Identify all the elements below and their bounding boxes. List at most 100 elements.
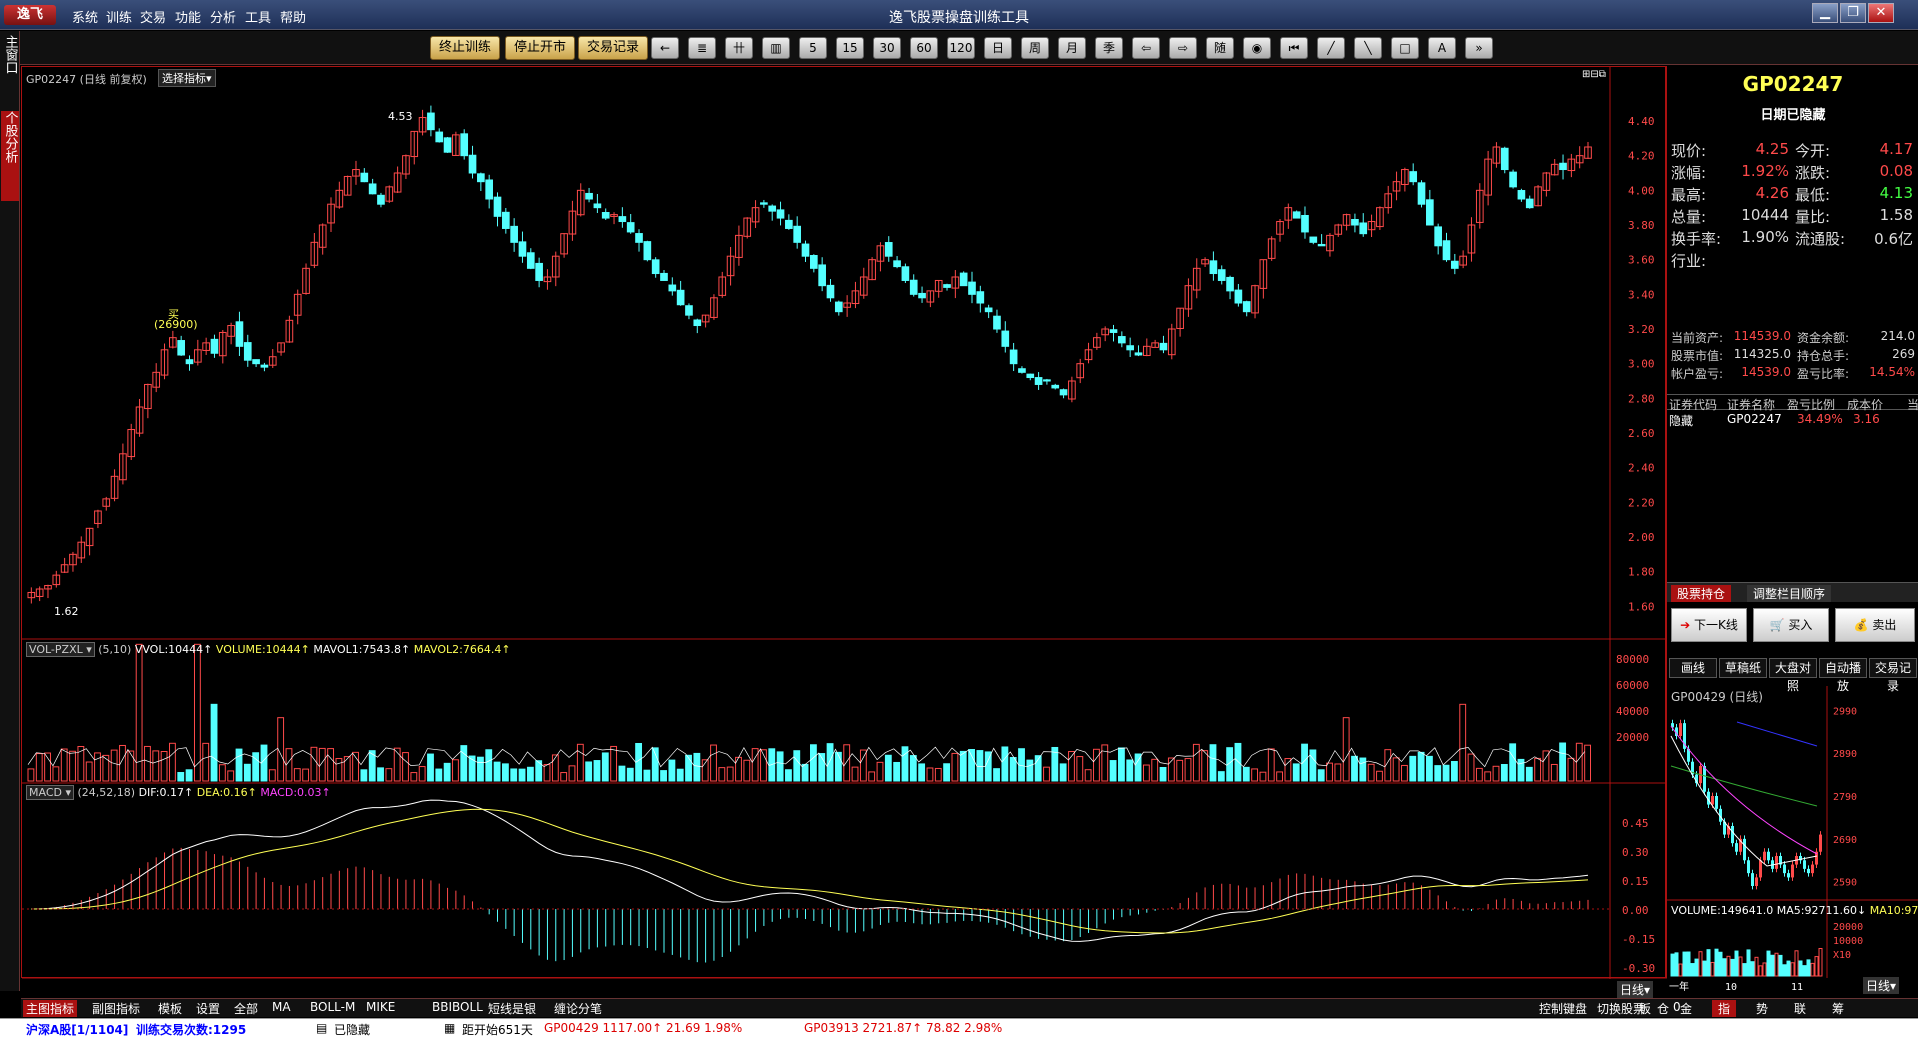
bottom-tab-0[interactable]: 主图指标 bbox=[23, 1000, 78, 1017]
holdings-row[interactable]: 隐藏 GP02247 34.49% 3.16 bbox=[1667, 412, 1918, 428]
menu-system[interactable]: 系统 bbox=[72, 7, 98, 26]
chart-area[interactable]: 4.40 4.20 4.00 3.80 3.60 3.40 3.20 3.00 2.80 2.60… bbox=[21, 66, 1667, 997]
menu-trade[interactable]: 交易 bbox=[140, 7, 166, 26]
period-month-button[interactable]: 月 bbox=[1058, 37, 1086, 59]
menu-function[interactable]: 功能 bbox=[175, 7, 201, 26]
bottom-tab-4[interactable]: 全部 bbox=[231, 1000, 261, 1017]
skip-back-icon[interactable]: ⏮ bbox=[1280, 37, 1308, 59]
indicator-select[interactable]: 选择指标▾ bbox=[158, 69, 216, 87]
mini-candle bbox=[1747, 860, 1750, 874]
sell-button[interactable]: 💰 卖出 bbox=[1835, 608, 1915, 642]
tool-button-3[interactable]: 自动播放 bbox=[1819, 658, 1867, 693]
period-120-button[interactable]: 120 bbox=[947, 37, 975, 59]
draw-ray-icon[interactable]: ╲ bbox=[1354, 37, 1382, 59]
text-tool-icon[interactable]: A bbox=[1428, 37, 1456, 59]
list-icon[interactable]: ≣ bbox=[688, 37, 716, 59]
more-icon[interactable]: » bbox=[1465, 37, 1493, 59]
mini-price-tick: 2890 bbox=[1833, 749, 1857, 760]
stop-market-button[interactable]: 停止开市 bbox=[505, 36, 576, 60]
grid-icon[interactable]: 卄 bbox=[725, 37, 753, 59]
volume-bar bbox=[943, 763, 951, 782]
tool-button-2[interactable]: 大盘对照 bbox=[1769, 658, 1817, 693]
tool-button-4[interactable]: 交易记录 bbox=[1869, 658, 1917, 693]
volume-bar bbox=[485, 749, 493, 782]
mini-bottom-tab-1[interactable]: 指 bbox=[1712, 1000, 1737, 1017]
volume-bar bbox=[52, 766, 60, 782]
period-quarter-button[interactable]: 季 bbox=[1095, 37, 1123, 59]
tool-button-0[interactable]: 画线 bbox=[1669, 658, 1717, 678]
bottom-right-3[interactable]: 仓 bbox=[1657, 1000, 1669, 1017]
back-arrow-icon[interactable]: ← bbox=[651, 37, 679, 59]
vol-indicator-select[interactable]: VOL-PZXL ▾ bbox=[26, 642, 95, 657]
prev-icon[interactable]: ⇦ bbox=[1132, 37, 1160, 59]
mini-volume-bar bbox=[1682, 951, 1687, 977]
account-label-0: 当前资产: bbox=[1671, 331, 1724, 345]
buy-button[interactable]: 🛒 买入 bbox=[1753, 608, 1829, 642]
period-30-button[interactable]: 30 bbox=[873, 37, 901, 59]
period-5-button[interactable]: 5 bbox=[799, 37, 827, 59]
period-60-button[interactable]: 60 bbox=[910, 37, 938, 59]
trade-record-button[interactable]: 交易记录 bbox=[578, 36, 649, 60]
volume-bar bbox=[1392, 757, 1400, 782]
bottom-tab-3[interactable]: 设置 bbox=[193, 1000, 223, 1017]
bottom-tab-8[interactable]: BBIBOLL bbox=[429, 1000, 486, 1014]
mini-volume-bar bbox=[1806, 959, 1811, 977]
bottom-right-2[interactable]: 板 bbox=[1639, 1000, 1651, 1017]
next-icon[interactable]: ⇨ bbox=[1169, 37, 1197, 59]
high-label: 4.53 bbox=[388, 110, 413, 123]
menu-analysis[interactable]: 分析 bbox=[210, 7, 236, 26]
bottom-tab-9[interactable]: 短线是银 bbox=[485, 1000, 539, 1017]
period-select[interactable]: 日线▾ bbox=[1617, 981, 1654, 998]
panel-tabs: 股票持仓 调整栏目顺序 bbox=[1667, 582, 1918, 602]
candle bbox=[785, 219, 793, 229]
bottom-tab-5[interactable]: MA bbox=[269, 1000, 294, 1014]
bottom-tab-1[interactable]: 副图指标 bbox=[89, 1000, 143, 1017]
stock-analysis-tab[interactable]: 个股分析 bbox=[1, 111, 19, 201]
maximize-button[interactable]: ❐ bbox=[1840, 3, 1866, 23]
tab-adjust-columns[interactable]: 调整栏目顺序 bbox=[1747, 585, 1832, 602]
mini-bottom-tab-3[interactable]: 联 bbox=[1788, 1000, 1812, 1017]
mini-bottom-tab-0[interactable]: 金 bbox=[1674, 1000, 1698, 1017]
period-day-button[interactable]: 日 bbox=[984, 37, 1012, 59]
minimize-button[interactable]: ▁ bbox=[1812, 3, 1838, 23]
period-week-button[interactable]: 周 bbox=[1021, 37, 1049, 59]
bottom-right-0[interactable]: 控制键盘 bbox=[1539, 1000, 1587, 1017]
random-button[interactable]: 随 bbox=[1206, 37, 1234, 59]
period-15-button[interactable]: 15 bbox=[836, 37, 864, 59]
mini-bottom-tab-2[interactable]: 势 bbox=[1750, 1000, 1774, 1017]
end-training-button[interactable]: 终止训练 bbox=[430, 36, 501, 60]
menu-train[interactable]: 训练 bbox=[106, 7, 132, 26]
close-button[interactable]: ✕ bbox=[1868, 3, 1894, 23]
next-kline-button[interactable]: ➔ 下一K线 bbox=[1671, 608, 1747, 642]
macd-indicator-select[interactable]: MACD ▾ bbox=[26, 785, 74, 800]
tool-button-1[interactable]: 草稿纸 bbox=[1719, 658, 1767, 678]
draw-rect-icon[interactable]: □ bbox=[1391, 37, 1419, 59]
bottom-tab-10[interactable]: 缠论分笔 bbox=[551, 1000, 605, 1017]
bottom-tab-2[interactable]: 模板 bbox=[155, 1000, 185, 1017]
quote-value2-4: 0.6亿 bbox=[1874, 230, 1913, 248]
candle bbox=[1159, 342, 1168, 351]
volume-bar bbox=[1059, 763, 1067, 782]
chart-window-controls[interactable]: ⊞⊟⧉ bbox=[1582, 69, 1606, 80]
candle bbox=[368, 183, 377, 195]
menu-help[interactable]: 帮助 bbox=[280, 7, 306, 26]
mini-period-select[interactable]: 日线▾ bbox=[1863, 977, 1900, 994]
volume-bar bbox=[676, 768, 684, 782]
draw-line-icon[interactable]: ╱ bbox=[1317, 37, 1345, 59]
main-window-tab[interactable]: 主窗口 bbox=[1, 35, 19, 78]
mini-bottom-tab-4[interactable]: 筹 bbox=[1826, 1000, 1850, 1017]
volume-bar bbox=[601, 752, 609, 782]
bottom-tab-6[interactable]: BOLL-M bbox=[307, 1000, 358, 1014]
bottom-right-1[interactable]: 切换股票 bbox=[1597, 1000, 1645, 1017]
dea-value: DEA:0.16↑ bbox=[196, 786, 257, 799]
target-icon[interactable]: ◉ bbox=[1243, 37, 1271, 59]
mini-price-tick: 2690 bbox=[1833, 835, 1857, 846]
volume-bar bbox=[1292, 763, 1300, 782]
bottom-tab-7[interactable]: MIKE bbox=[363, 1000, 398, 1014]
tab-holdings[interactable]: 股票持仓 bbox=[1671, 585, 1732, 602]
menu-tools[interactable]: 工具 bbox=[245, 7, 271, 26]
candle-icon[interactable]: ▥ bbox=[762, 37, 790, 59]
volume-bar bbox=[1442, 764, 1450, 782]
volume-bar bbox=[177, 772, 185, 782]
volume-bar bbox=[1317, 769, 1325, 782]
